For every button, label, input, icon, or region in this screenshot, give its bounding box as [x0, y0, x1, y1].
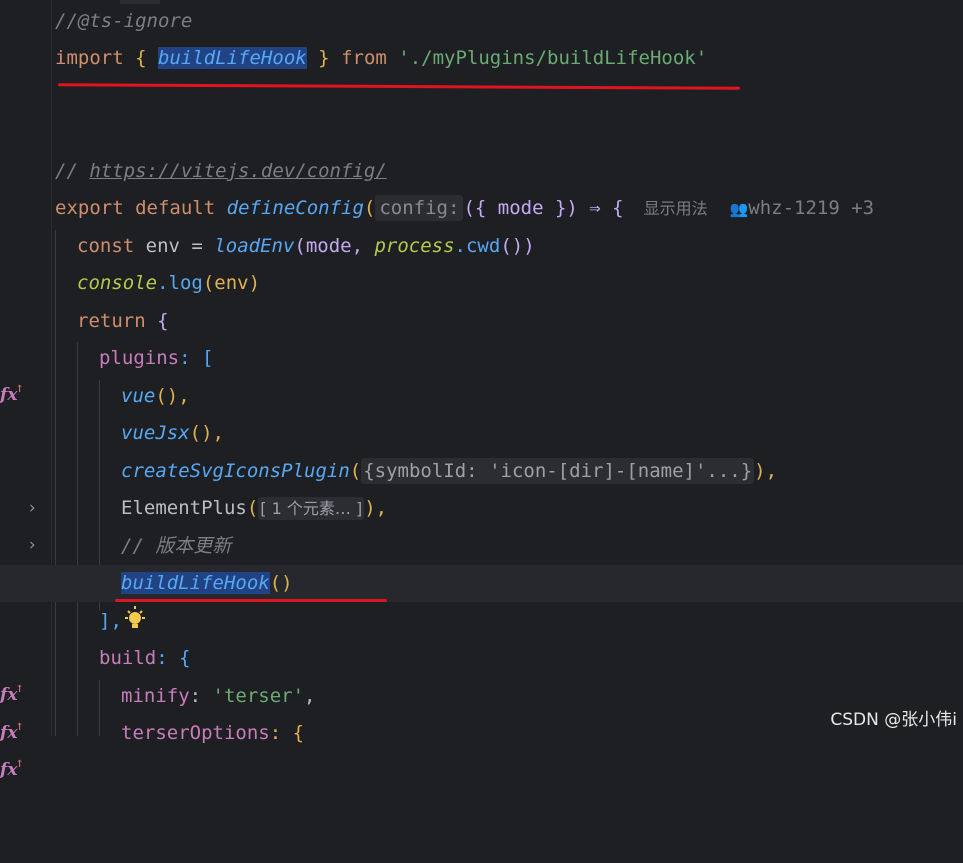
folded-region[interactable]: {symbolId: 'icon-[dir]-[name]'...} [361, 458, 755, 484]
brace: } [318, 47, 330, 69]
code-line[interactable]: › ElementPlus([ 1 个元素… ]), [0, 490, 963, 555]
watermark: CSDN @张小伟i [830, 710, 957, 730]
function-call: vue [121, 385, 156, 407]
function-name: defineConfig [226, 197, 364, 219]
code-line[interactable]: ], [0, 603, 963, 640]
import-path: './myPlugins/buildLifeHook' [398, 47, 708, 69]
code-line[interactable]: // 版本更新 [0, 528, 963, 628]
annotation-underline [57, 83, 741, 90]
keyword-return: return [77, 310, 146, 332]
brace: { [135, 47, 147, 69]
function-call: createSvgIconsPlugin [121, 460, 350, 482]
comment-prefix: // [55, 160, 90, 182]
folded-region[interactable]: [ 1 个元素… ] [258, 497, 365, 520]
function-gutter-icon[interactable]: fx↑ [0, 752, 26, 789]
code-line[interactable]: › createSvgIconsPlugin({symbolId: 'icon-… [0, 453, 963, 518]
keyword-import: import [55, 47, 124, 69]
method-call: .log [157, 272, 203, 294]
method-call: .cwd [454, 235, 501, 257]
code-line[interactable]: return { [0, 303, 963, 340]
code-line[interactable]: vue(), [0, 378, 963, 415]
arrow-params: ({ mode }) ⇒ { [463, 197, 624, 219]
function-call: vueJsx [121, 422, 190, 444]
code-line[interactable]: fx↑ build: { [0, 640, 963, 705]
code-line[interactable]: fx↑ minify: 'terser', [0, 678, 963, 743]
property-terseroptions: terserOptions [121, 722, 270, 744]
highlighted-function-call[interactable]: buildLifeHook [121, 572, 270, 594]
parameter-hint: config: [375, 195, 464, 221]
property-minify: minify [121, 685, 190, 707]
keyword-from: from [341, 47, 387, 69]
author-inlay[interactable]: 👥whz-1219 +3 [730, 197, 875, 219]
global-process: process [374, 235, 455, 257]
code-line[interactable]: //@ts-ignore [0, 3, 963, 40]
string-value: 'terser' [212, 685, 305, 707]
property-build: build [99, 647, 157, 669]
global-console: console [77, 272, 158, 294]
code-line[interactable]: fx↑ plugins: [ [0, 340, 963, 405]
person-icon: 👥 [729, 200, 749, 218]
keyword-const: const [77, 235, 135, 257]
variable: env = [145, 235, 203, 257]
function-call: loadEnv [214, 235, 295, 257]
annotation-underline [115, 599, 387, 602]
code-line[interactable]: vueJsx(), [0, 415, 963, 452]
comment: // 版本更新 [121, 535, 232, 557]
code-line[interactable]: import { buildLifeHook } from './myPlugi… [0, 40, 963, 77]
code-line[interactable]: fx↑ terserOptions: { [0, 715, 963, 780]
keyword-export: export [55, 197, 124, 219]
code-line[interactable]: const env = loadEnv(mode, process.cwd()) [0, 228, 963, 265]
highlighted-identifier[interactable]: buildLifeHook [158, 47, 307, 69]
property-plugins: plugins [99, 347, 180, 369]
keyword-default: default [135, 197, 216, 219]
function-call: ElementPlus [121, 497, 247, 519]
code-line[interactable]: // https://vitejs.dev/config/ [0, 153, 963, 190]
code-line[interactable]: export default defineConfig(config:({ mo… [0, 190, 963, 227]
comment: //@ts-ignore [55, 10, 193, 32]
code-line[interactable]: console.log(env) [0, 265, 963, 302]
usages-inlay[interactable]: 显示用法 [644, 199, 708, 218]
comment-link[interactable]: https://vitejs.dev/config/ [89, 160, 386, 182]
current-code-line[interactable]: buildLifeHook() [0, 565, 963, 602]
